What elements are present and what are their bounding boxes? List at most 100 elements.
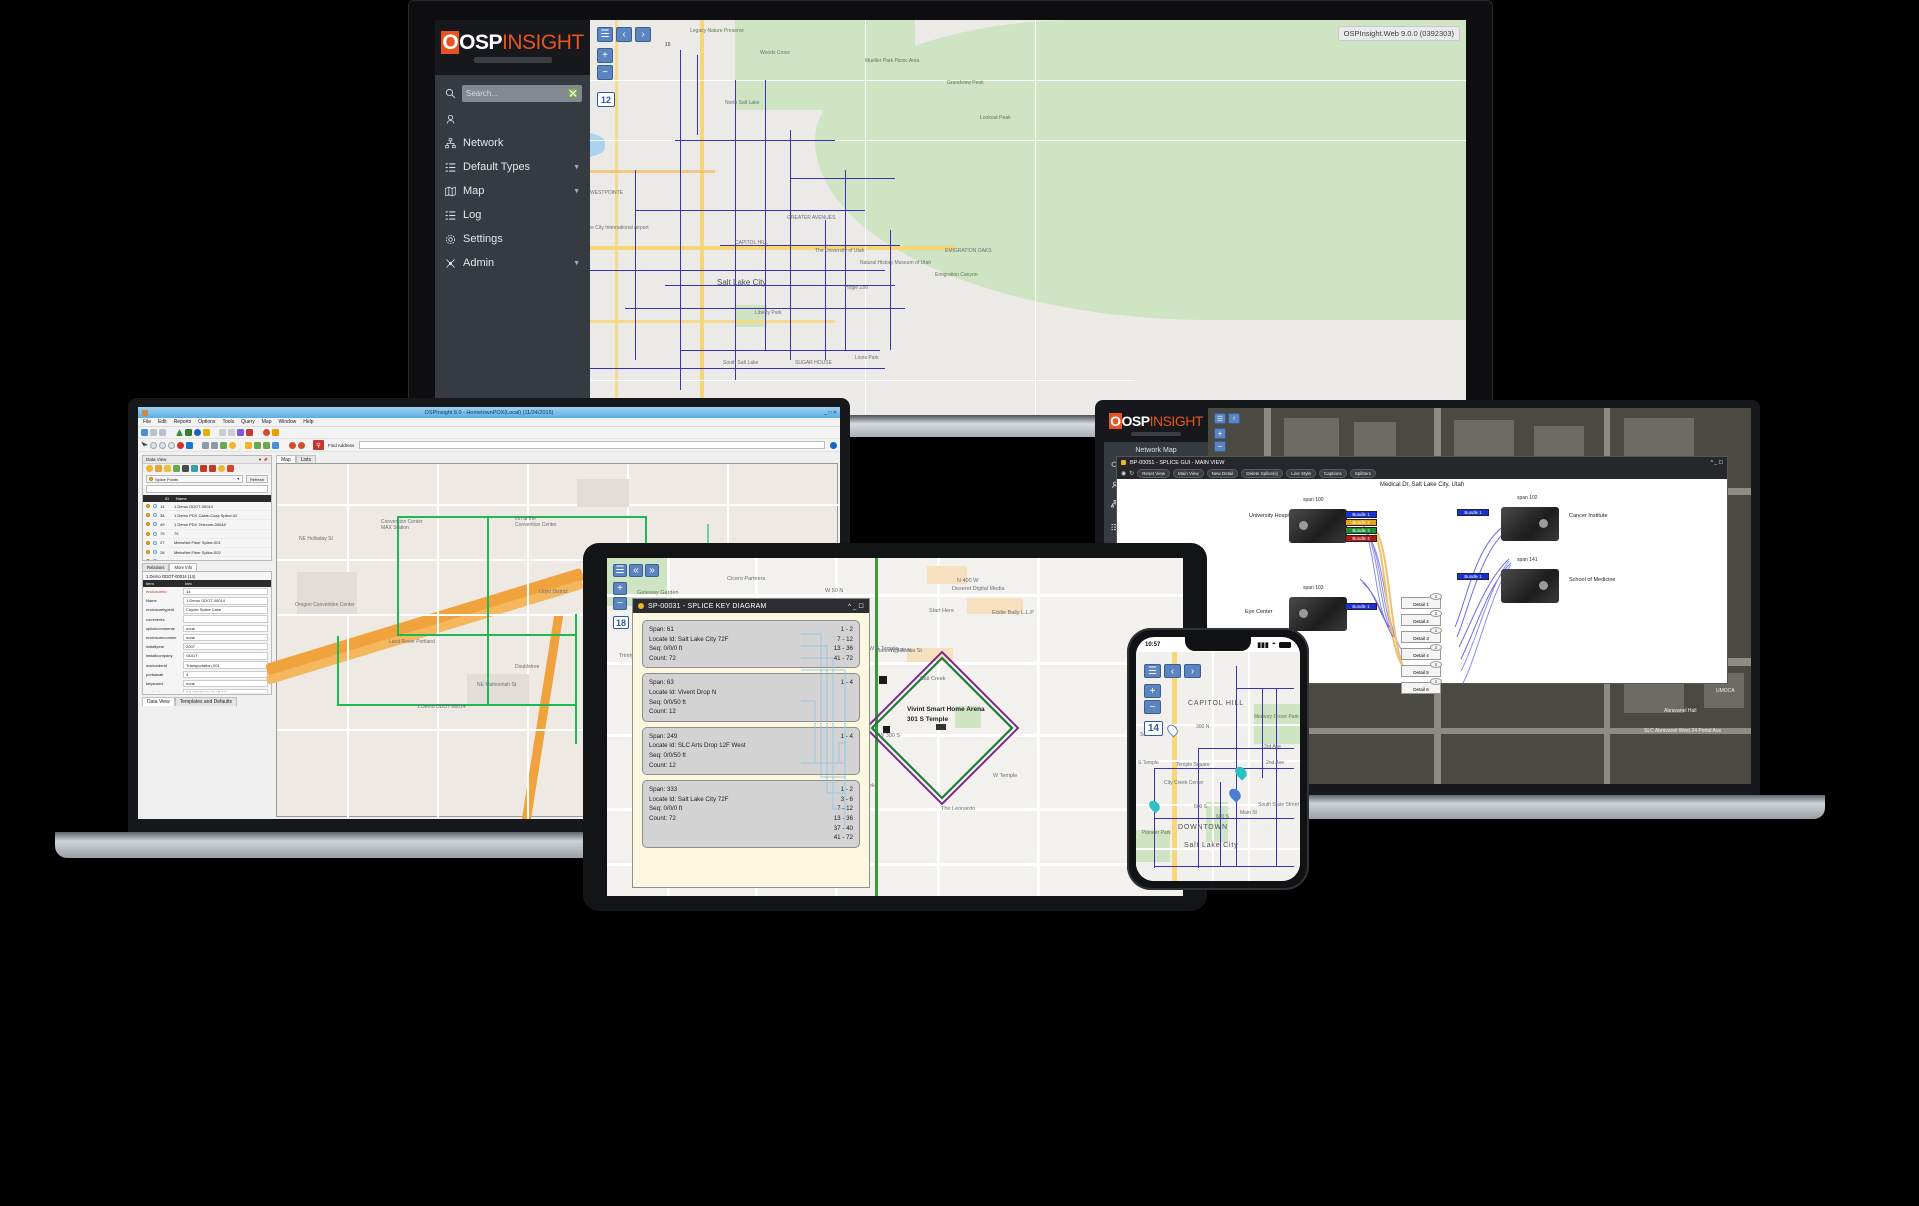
detail-box[interactable]: Detail 32 <box>1401 627 1442 643</box>
zoom-in-button[interactable]: + <box>1214 428 1226 439</box>
reset-view-button[interactable]: Reset View <box>1137 469 1170 478</box>
bundle-label[interactable]: Bundle 2 <box>1345 519 1377 526</box>
bundle-label[interactable]: Bundle 1 <box>1345 511 1377 518</box>
zoom-in-button[interactable]: + <box>613 582 627 595</box>
type-icon[interactable] <box>173 465 180 472</box>
toolbar-icon[interactable] <box>141 429 148 436</box>
toolbar-icon[interactable] <box>203 429 210 436</box>
map-prev-button[interactable]: « <box>629 564 643 577</box>
toolbar-icon[interactable] <box>159 429 166 436</box>
splice-card[interactable]: Span: 249 Locate Id: SLC Arts Drop 12F We… <box>642 726 860 776</box>
toolbar-icon[interactable] <box>263 441 270 449</box>
menu-item-reports[interactable]: Reports <box>174 419 192 425</box>
toolbar-icon[interactable] <box>220 441 227 449</box>
captions-button[interactable]: Captions <box>1318 469 1347 478</box>
toolbar-icon[interactable] <box>272 441 279 449</box>
table-row[interactable]: 38 1 Demo PDX Cable-Coax Splice-02 <box>143 511 271 521</box>
toolbar-icon[interactable] <box>245 441 252 449</box>
refresh-button[interactable]: Refresh <box>245 475 268 483</box>
table-row[interactable]: 28 MetroNet Fiber Splice-002 <box>143 548 271 558</box>
search-input[interactable]: Search... ❎ <box>462 85 582 102</box>
map-prev-button[interactable]: ‹ <box>1228 413 1240 424</box>
bundle-label[interactable]: Bundle 1 <box>1457 573 1489 580</box>
splice-card[interactable]: Span: 333 Locate Id: Salt Lake City 72F Se… <box>642 780 860 848</box>
bundle-label[interactable]: Bundle 3 <box>1345 527 1377 534</box>
tab-relations[interactable]: Relations <box>142 563 170 571</box>
detail-box[interactable]: Detail 62 <box>1401 678 1442 694</box>
toolbar-icon[interactable] <box>272 429 279 436</box>
property-row[interactable]: enclosureid 14 <box>143 587 271 596</box>
toolbar-icon[interactable] <box>150 441 157 449</box>
toolbar-icon[interactable] <box>228 429 235 436</box>
window-controls[interactable]: ^ _ ☐ <box>848 603 864 610</box>
toolbar-icon[interactable] <box>229 441 236 449</box>
window-controls[interactable]: _ □ ✕ <box>824 410 837 416</box>
bundle-label[interactable]: Bundle 4 <box>1345 535 1377 542</box>
sidebar-item-admin[interactable]: Admin ▼ <box>435 251 590 275</box>
property-row[interactable]: portsavail 4 <box>143 670 271 679</box>
toolbar-icon[interactable] <box>186 441 193 449</box>
map-prev-button[interactable]: ‹ <box>616 27 632 42</box>
table-row[interactable]: 27 MetroNet Fiber Splice-001 <box>143 539 271 548</box>
property-value[interactable]: ODOT <box>183 652 268 660</box>
bottom-tab-data-view[interactable]: Data View <box>142 697 175 706</box>
zoom-out-button[interactable]: − <box>613 597 627 610</box>
menu-item-options[interactable]: Options <box>198 419 215 425</box>
table-row[interactable]: 29MetroNet Fiber Splice-003 <box>143 557 271 560</box>
toolbar-icon[interactable] <box>298 441 305 449</box>
dataview-search-input[interactable] <box>146 485 268 493</box>
clear-search-icon[interactable]: ❎ <box>568 89 578 98</box>
menu-item-file[interactable]: File <box>143 419 151 425</box>
property-row[interactable]: keysused none <box>143 679 271 688</box>
property-row[interactable]: enclosuretypeid Coyote Splice Case <box>143 605 271 614</box>
panel-pin-icon[interactable]: ▼ 📌 <box>258 457 268 462</box>
splice-case[interactable] <box>1289 509 1347 543</box>
property-value[interactable]: 14 <box>183 587 268 596</box>
property-row[interactable]: splicecomments none <box>143 624 271 633</box>
toolbar-icon[interactable] <box>159 441 166 449</box>
toolbar-icon[interactable] <box>289 441 296 449</box>
property-value[interactable]: 1 Demo ODOT-00014 <box>183 597 268 605</box>
property-row[interactable]: workorderid Transportation-001 <box>143 661 271 670</box>
toolbar-icon[interactable] <box>194 429 201 436</box>
main-view-button[interactable]: Main View <box>1172 469 1204 478</box>
bundle-label[interactable]: Bundle 1 <box>1345 603 1377 610</box>
tab-more-info[interactable]: More Info <box>169 563 198 571</box>
type-icon[interactable] <box>200 465 207 472</box>
menu-item-map[interactable]: Map <box>262 419 272 425</box>
zoom-out-button[interactable]: − <box>1214 441 1226 452</box>
zoom-out-button[interactable]: − <box>1144 700 1161 714</box>
type-icon[interactable] <box>209 465 216 472</box>
property-row[interactable]: updatetime3/14/2008 11:12:47 AM <box>143 688 271 692</box>
toolbar-icon[interactable] <box>176 429 183 436</box>
map-menu-button[interactable]: ☰ <box>1144 664 1161 678</box>
property-value[interactable] <box>183 615 268 623</box>
locate-icon[interactable]: ◉ <box>1121 470 1126 477</box>
type-icon[interactable] <box>191 465 198 472</box>
property-value[interactable]: none <box>183 624 268 633</box>
splice-case[interactable] <box>1501 507 1559 541</box>
property-row[interactable]: Name 1 Demo ODOT-00014 <box>143 596 271 605</box>
type-icon[interactable] <box>227 465 234 472</box>
menu-item-tools[interactable]: Tools <box>222 419 234 425</box>
toolbar-icon[interactable] <box>830 441 837 449</box>
zoom-out-button[interactable]: − <box>597 65 613 80</box>
detail-box[interactable]: Detail 42 <box>1401 644 1442 660</box>
splice-case[interactable] <box>1501 569 1559 603</box>
window-controls[interactable]: ^ _ ☐ <box>1711 460 1723 466</box>
cursor-icon[interactable] <box>141 441 148 449</box>
property-row[interactable]: enclosurecomme none <box>143 633 271 642</box>
property-value[interactable]: none <box>183 633 268 642</box>
map-menu-button[interactable]: ☰ <box>1214 413 1226 424</box>
line-style-button[interactable]: Line Style <box>1286 469 1316 478</box>
toolbar-icon[interactable] <box>254 441 261 449</box>
toolbar-icon[interactable] <box>246 429 253 436</box>
splice-case[interactable] <box>1289 597 1347 631</box>
sidebar-item-settings[interactable]: Settings <box>435 227 590 251</box>
toolbar-icon[interactable] <box>150 429 157 436</box>
table-row[interactable]: 14 1 Demo ODOT-00014 <box>143 502 271 512</box>
type-icon[interactable] <box>182 465 189 472</box>
menu-item-help[interactable]: Help <box>303 419 313 425</box>
property-value[interactable]: Transportation-001 <box>183 661 268 669</box>
splitters-button[interactable]: Splitters <box>1349 469 1376 478</box>
